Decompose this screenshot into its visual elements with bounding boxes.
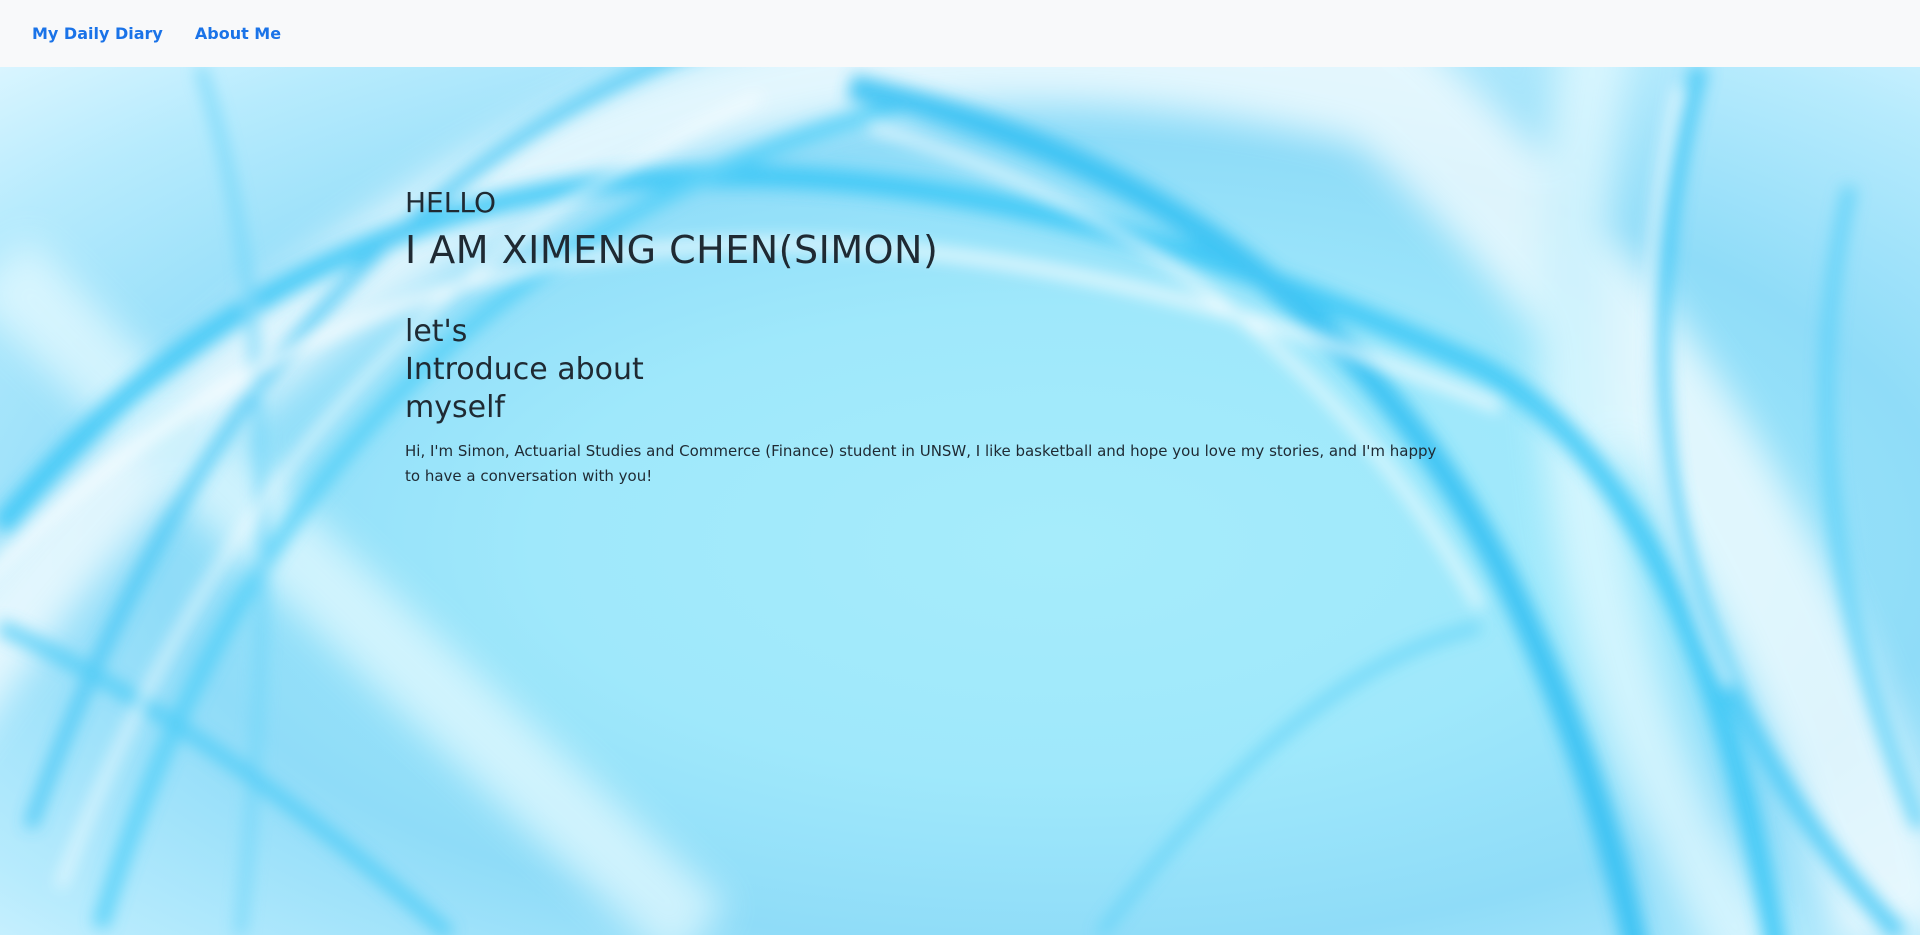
intro-heading: let's Introduce about myself (405, 313, 1445, 427)
hero-content: HELLO I AM XIMENG CHEN(SIMON) let's Intr… (405, 187, 1445, 489)
intro-line-1: let's (405, 314, 468, 349)
greeting-heading: HELLO (405, 186, 496, 219)
nav-link-my-daily-diary[interactable]: My Daily Diary (32, 24, 163, 43)
nav-link-about-me[interactable]: About Me (195, 24, 281, 43)
name-heading: I AM XIMENG CHEN(SIMON) (405, 228, 939, 272)
bio-paragraph: Hi, I'm Simon, Actuarial Studies and Com… (405, 442, 1437, 485)
intro-line-3: myself (405, 390, 505, 425)
hero-section: HELLO I AM XIMENG CHEN(SIMON) let's Intr… (0, 67, 1920, 935)
intro-line-2: Introduce about (405, 352, 644, 387)
top-navbar: My Daily Diary About Me (0, 0, 1920, 67)
